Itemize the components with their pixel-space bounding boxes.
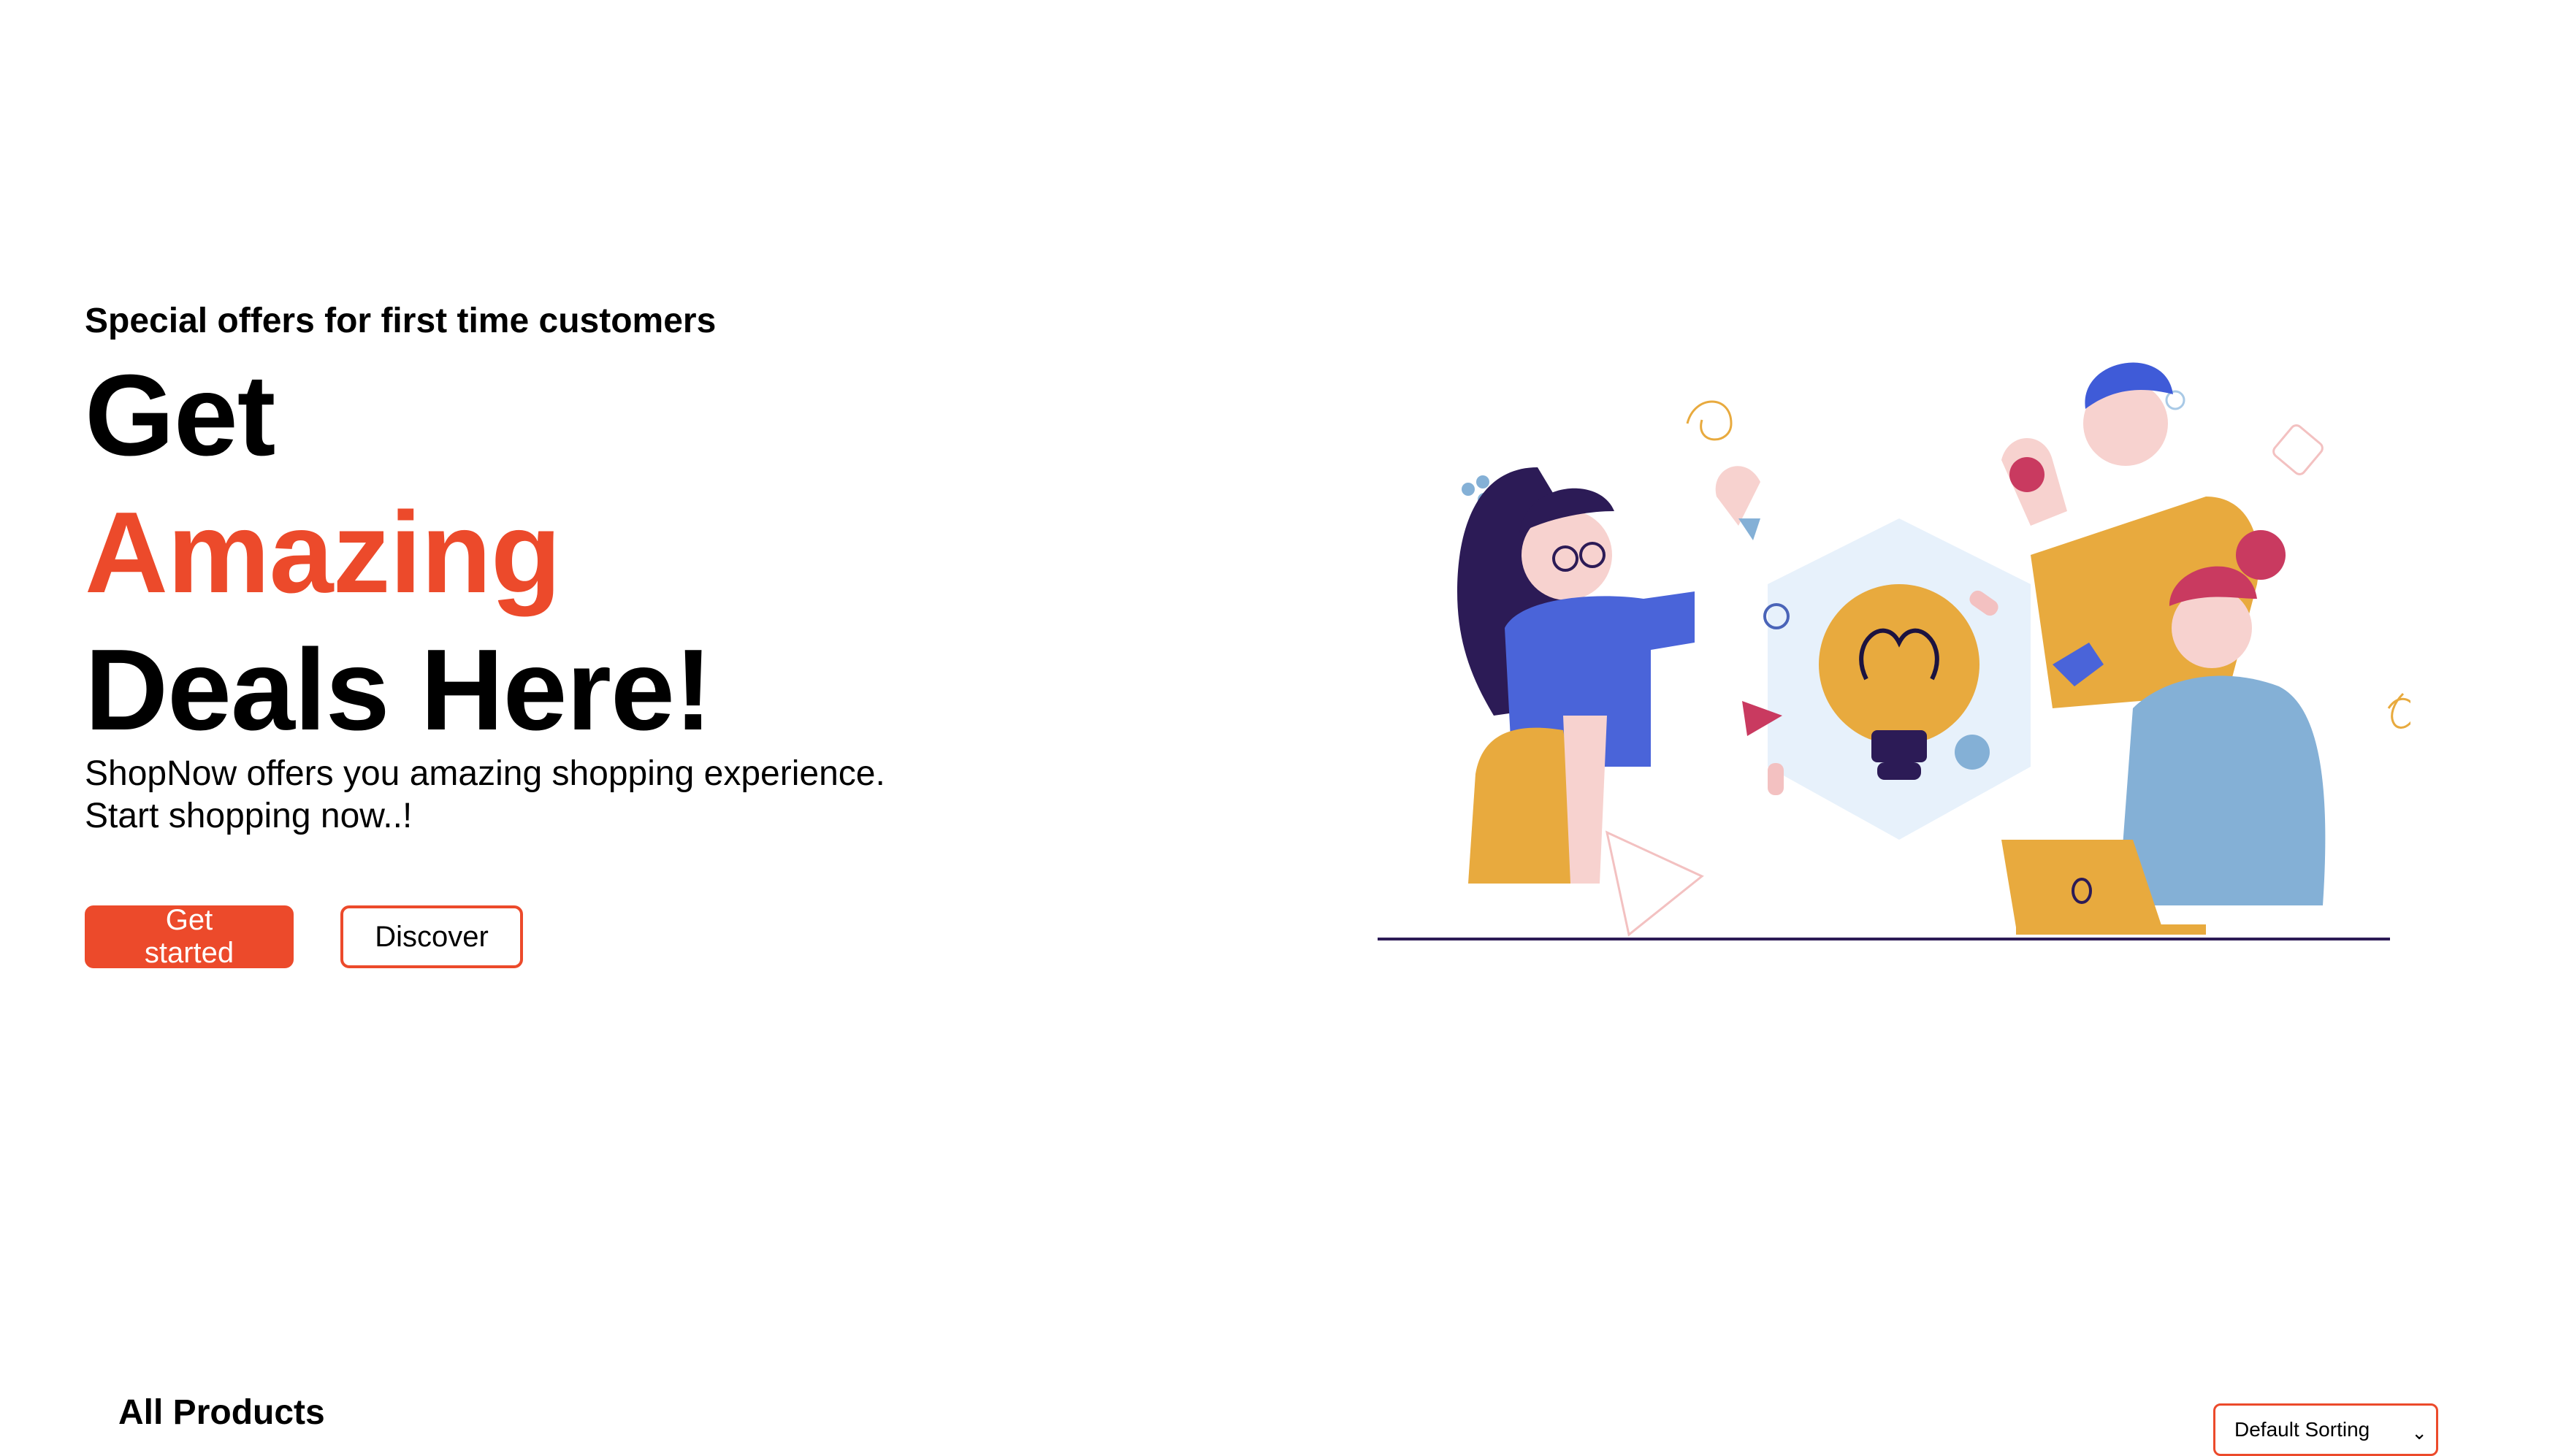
discover-button[interactable]: Discover [340,905,523,968]
offer-kicker: Special offers for first time customers [85,302,717,340]
hero-subtext: ShopNow offers you amazing shopping expe… [85,754,885,835]
sort-select[interactable]: Default Sorting ⌄ [2213,1403,2438,1456]
headline-line-2: Amazing [85,488,561,617]
hero-headline: Get Amazing Deals Here! [85,347,1034,759]
hero-buttons: Get started Discover [85,904,523,969]
all-products-heading: All Products [118,1393,325,1432]
sort-select-value: Default Sorting [2234,1418,2370,1441]
headline-line-1: Get [85,351,275,480]
hero-section: Special offers for first time customers … [85,296,1034,838]
get-started-button[interactable]: Get started [85,904,294,969]
chevron-down-icon: ⌄ [2411,1422,2427,1444]
team-idea-illustration [1373,336,2416,942]
headline-line-3: Deals Here! [85,626,712,754]
